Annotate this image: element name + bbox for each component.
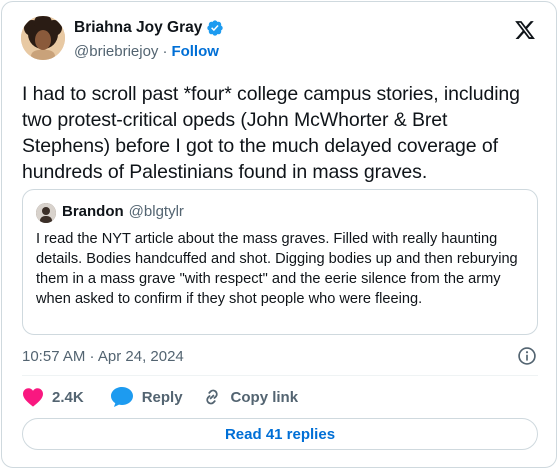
- author-handle[interactable]: @briebriejoy: [74, 43, 158, 60]
- reply-label: Reply: [141, 388, 183, 406]
- like-button[interactable]: 2.4K: [22, 387, 84, 407]
- copy-link-button[interactable]: Copy link: [201, 386, 299, 408]
- copy-link-label: Copy link: [230, 388, 299, 406]
- tweet-timestamp[interactable]: 10:57 AM · Apr 24, 2024: [22, 348, 184, 365]
- info-icon[interactable]: [517, 346, 537, 366]
- quoted-author-avatar[interactable]: [36, 203, 56, 223]
- read-replies-button[interactable]: Read 41 replies: [22, 418, 538, 450]
- follow-button[interactable]: Follow: [171, 43, 219, 60]
- action-bar: 2.4K Reply Copy link: [22, 386, 298, 408]
- verified-badge-icon: [206, 19, 224, 37]
- x-logo-icon[interactable]: [514, 19, 536, 41]
- quoted-author-name[interactable]: Brandon: [62, 203, 124, 220]
- tweet-text: I had to scroll past *four* college camp…: [22, 83, 520, 183]
- author-name[interactable]: Briahna Joy Gray: [74, 19, 202, 37]
- quoted-tweet[interactable]: Brandon @blgtylr I read the NYT article …: [22, 189, 538, 335]
- quoted-tweet-text: I read the NYT article about the mass gr…: [36, 231, 518, 307]
- heart-icon: [22, 387, 44, 407]
- like-count: 2.4K: [52, 388, 84, 406]
- speech-bubble-icon: [110, 386, 134, 408]
- handle-separator: ·: [162, 43, 168, 60]
- divider: [22, 375, 538, 376]
- tweet-card: Briahna Joy Gray @briebriejoy · Follow I…: [1, 1, 557, 468]
- quoted-author-handle[interactable]: @blgtylr: [129, 203, 184, 220]
- author-avatar[interactable]: [21, 16, 65, 60]
- link-icon: [201, 386, 223, 408]
- reply-button[interactable]: Reply: [110, 386, 183, 408]
